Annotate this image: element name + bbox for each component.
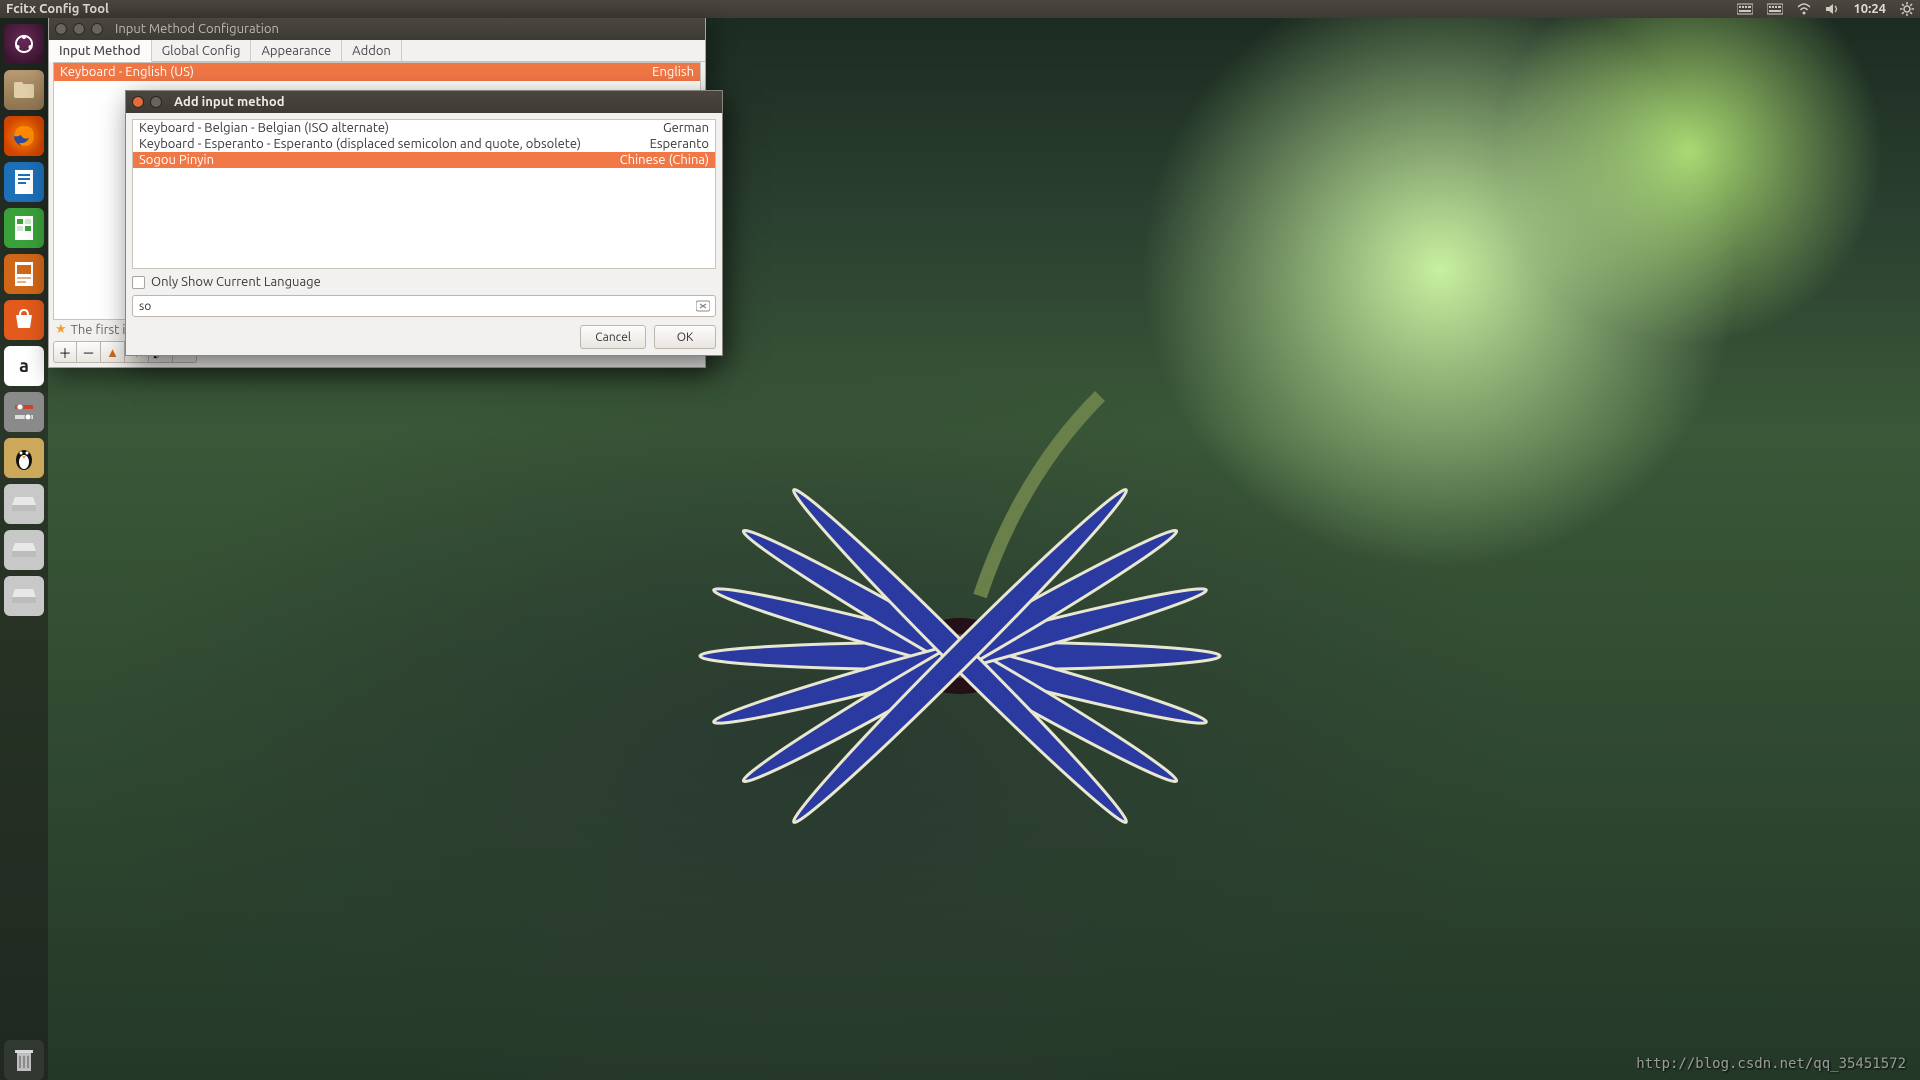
list-item[interactable]: Keyboard - Esperanto - Esperanto (displa… <box>133 136 715 152</box>
minus-icon: － <box>82 343 95 362</box>
im-lang: Esperanto <box>650 137 709 151</box>
cancel-button[interactable]: Cancel <box>580 325 646 349</box>
settings-icon[interactable] <box>4 392 44 432</box>
drive-icon[interactable] <box>4 484 44 524</box>
unity-launcher: a <box>0 18 48 1080</box>
move-up-button[interactable]: ▲ <box>101 341 125 363</box>
amazon-icon[interactable]: a <box>4 346 44 386</box>
im-lang: English <box>652 65 694 79</box>
add-button[interactable]: ＋ <box>53 341 77 363</box>
close-icon[interactable] <box>55 23 67 35</box>
im-name: Keyboard - Belgian - Belgian (ISO altern… <box>139 121 389 135</box>
gear-icon[interactable] <box>1900 2 1914 16</box>
files-icon[interactable] <box>4 70 44 110</box>
clock-text[interactable]: 10:24 <box>1853 2 1886 16</box>
top-panel: Fcitx Config Tool 10:24 <box>0 0 1920 18</box>
sound-icon[interactable] <box>1825 3 1839 15</box>
writer-icon[interactable] <box>4 162 44 202</box>
im-name: Keyboard - English (US) <box>60 65 194 79</box>
list-item[interactable]: Keyboard - Belgian - Belgian (ISO altern… <box>133 120 715 136</box>
im-name: Sogou Pinyin <box>139 153 214 167</box>
wifi-icon[interactable] <box>1797 3 1811 15</box>
penguin-icon[interactable] <box>4 438 44 478</box>
watermark-text: http://blog.csdn.net/qq_35451572 <box>1636 1056 1906 1072</box>
wallpaper-flower <box>510 366 1410 886</box>
firefox-icon[interactable] <box>4 116 44 156</box>
dialog-titlebar[interactable]: Add input method <box>126 91 722 113</box>
list-item[interactable]: Sogou Pinyin Chinese (China) <box>133 152 715 168</box>
checkbox[interactable] <box>132 276 145 289</box>
list-item[interactable]: Keyboard - English (US) English <box>54 63 700 81</box>
keyboard-indicator-icon[interactable] <box>1767 3 1783 15</box>
add-input-method-dialog: Add input method Keyboard - Belgian - Be… <box>125 90 723 356</box>
im-name: Keyboard - Esperanto - Esperanto (displa… <box>139 137 581 151</box>
tab-bar: Input Method Global Config Appearance Ad… <box>49 40 705 62</box>
maximize-icon[interactable] <box>91 23 103 35</box>
drive-icon[interactable] <box>4 576 44 616</box>
up-icon: ▲ <box>106 345 119 360</box>
calc-icon[interactable] <box>4 208 44 248</box>
star-icon: ★ <box>55 322 67 337</box>
search-input[interactable] <box>132 295 716 317</box>
tab-input-method[interactable]: Input Method <box>49 40 152 62</box>
minimize-icon[interactable] <box>150 96 162 108</box>
tab-appearance[interactable]: Appearance <box>251 40 342 61</box>
checkbox-label: Only Show Current Language <box>151 275 321 289</box>
trash-icon[interactable] <box>4 1040 44 1080</box>
dialog-list[interactable]: Keyboard - Belgian - Belgian (ISO altern… <box>132 119 716 269</box>
remove-button[interactable]: － <box>77 341 101 363</box>
window-titlebar[interactable]: Input Method Configuration <box>49 18 705 40</box>
impress-icon[interactable] <box>4 254 44 294</box>
im-lang: German <box>663 121 709 135</box>
keyboard-indicator-icon[interactable] <box>1737 3 1753 15</box>
panel-app-title: Fcitx Config Tool <box>6 2 109 16</box>
software-center-icon[interactable] <box>4 300 44 340</box>
plus-icon: ＋ <box>58 343 71 362</box>
minimize-icon[interactable] <box>73 23 85 35</box>
im-lang: Chinese (China) <box>620 153 709 167</box>
dialog-title: Add input method <box>174 95 285 109</box>
tab-global-config[interactable]: Global Config <box>152 40 252 61</box>
drive-icon[interactable] <box>4 530 44 570</box>
ok-button[interactable]: OK <box>654 325 716 349</box>
clear-icon[interactable] <box>696 299 710 313</box>
dash-icon[interactable] <box>4 24 44 64</box>
tab-addon[interactable]: Addon <box>342 40 402 61</box>
close-icon[interactable] <box>132 96 144 108</box>
only-current-language-row[interactable]: Only Show Current Language <box>132 275 716 289</box>
window-title: Input Method Configuration <box>115 22 279 36</box>
